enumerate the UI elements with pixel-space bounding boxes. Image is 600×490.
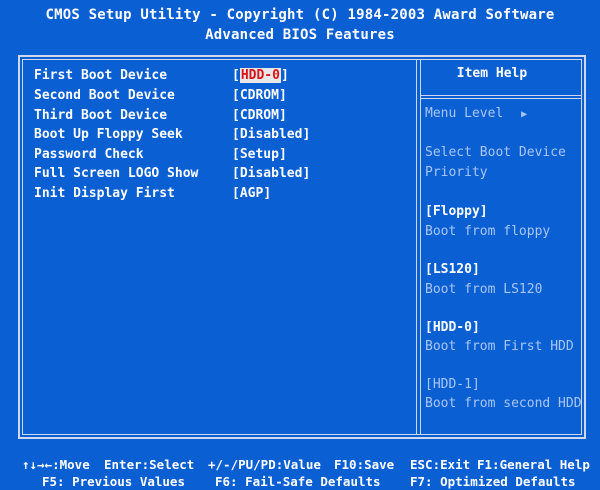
help-option-desc: Boot from floppy: [425, 224, 551, 239]
setting-label: Second Boot Device: [34, 88, 175, 103]
setting-init-display-first[interactable]: Init Display First [AGP]: [34, 186, 404, 205]
setting-third-boot-device[interactable]: Third Boot Device [CDROM]: [34, 108, 404, 127]
setting-label: Third Boot Device: [34, 108, 168, 123]
setting-label: Password Check: [34, 147, 144, 162]
arrow-right-icon: ▶: [521, 109, 528, 120]
setting-value[interactable]: [AGP]: [232, 186, 271, 201]
setting-boot-up-floppy-seek[interactable]: Boot Up Floppy Seek [Disabled]: [34, 127, 404, 146]
help-option-desc: Boot from First HDD: [425, 339, 574, 354]
setting-value[interactable]: [Setup]: [232, 147, 287, 162]
panel-divider: [416, 60, 421, 434]
help-description-1: Select Boot Device: [425, 145, 566, 160]
value-text: CDROM: [239, 88, 279, 103]
key-hint-general-help: F1:General Help: [477, 457, 590, 472]
value-text: AGP: [239, 186, 264, 201]
key-hint-move: ↑↓→←:Move: [22, 457, 90, 472]
setting-label: Init Display First: [34, 186, 175, 201]
selected-value[interactable]: HDD-0: [239, 68, 281, 83]
value-text: Disabled: [239, 166, 303, 181]
value-text: CDROM: [239, 108, 279, 123]
setting-password-check[interactable]: Password Check [Setup]: [34, 147, 404, 166]
help-option-name: [HDD-1]: [425, 377, 480, 392]
value-text: Disabled: [239, 127, 303, 142]
setting-value[interactable]: [HDD-0]: [232, 68, 289, 83]
key-hint-fail-safe-defaults: F6: Fail-Safe Defaults: [215, 474, 381, 489]
key-hint-value: +/-/PU/PD:Value: [208, 457, 321, 472]
setting-value[interactable]: [CDROM]: [232, 108, 287, 123]
setting-full-screen-logo-show[interactable]: Full Screen LOGO Show [Disabled]: [34, 166, 404, 185]
setting-value[interactable]: [Disabled]: [232, 127, 310, 142]
setting-value[interactable]: [Disabled]: [232, 166, 310, 181]
help-option-name: [HDD-0]: [425, 320, 480, 335]
setting-second-boot-device[interactable]: Second Boot Device [CDROM]: [34, 88, 404, 107]
value-text: Setup: [239, 147, 279, 162]
key-hint-save: F10:Save: [334, 457, 395, 472]
setting-label: Boot Up Floppy Seek: [34, 127, 183, 142]
help-option-desc: Boot from second HDD: [425, 396, 582, 411]
help-option-name: [Floppy]: [425, 204, 488, 219]
setting-first-boot-device[interactable]: First Boot Device [HDD-0]: [34, 68, 404, 87]
key-hint-optimized-defaults: F7: Optimized Defaults: [410, 474, 576, 489]
page-title: Advanced BIOS Features: [205, 27, 395, 43]
item-help-title: Item Help: [456, 66, 528, 81]
menu-level-label: Menu Level: [425, 106, 504, 121]
help-menu-level: Menu Level ▶: [425, 106, 527, 121]
help-option-desc: Boot from LS120: [425, 282, 543, 297]
key-hint-exit: ESC:Exit: [410, 457, 471, 472]
setting-label: First Boot Device: [34, 68, 168, 83]
key-hint-select: Enter:Select: [104, 457, 195, 472]
setting-label: Full Screen LOGO Show: [34, 166, 199, 181]
help-header-separator: [421, 95, 581, 99]
help-description-2: Priority: [425, 165, 488, 180]
help-option-name: [LS120]: [425, 262, 480, 277]
setting-value[interactable]: [CDROM]: [232, 88, 287, 103]
key-hint-previous-values: F5: Previous Values: [42, 474, 185, 489]
window-title-line1: CMOS Setup Utility - Copyright (C) 1984-…: [45, 7, 555, 23]
